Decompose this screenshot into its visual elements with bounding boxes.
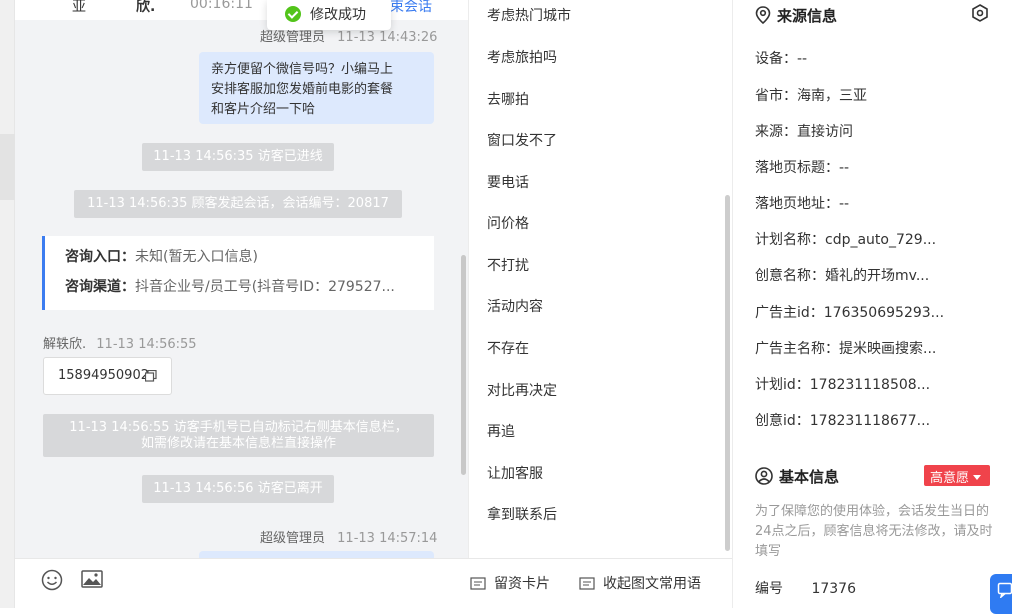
lead-card-button[interactable]: 留资卡片: [470, 573, 550, 593]
quick-phrases-panel: 考虑热门城市 考虑旅拍吗 去哪拍 窗口发不了 要电话 问价格 不打扰 活动内容 …: [468, 0, 732, 558]
consult-channel-label: 咨询渠道：: [65, 279, 135, 295]
left-edge-tab[interactable]: [0, 134, 15, 200]
phone-message-bubble: 15894950902: [43, 357, 172, 395]
success-check-icon: [285, 6, 301, 22]
source-info-title: 来源信息: [755, 5, 837, 26]
source-field: 创意名称：婚礼的开场mv...: [755, 268, 930, 284]
location-pin-icon: [755, 6, 771, 25]
collapse-phrases-button[interactable]: 收起图文常用语: [579, 573, 701, 593]
message-meta: 超级管理员 11-13 14:57:14: [260, 527, 437, 546]
left-edge-strip: [0, 0, 15, 608]
consult-channel-value: 抖音企业号/员工号(抖音号ID：279527...: [135, 279, 395, 295]
source-field: 落地页地址：--: [755, 196, 850, 212]
consult-info-card: 咨询入口：未知(暂无入口信息) 咨询渠道：抖音企业号/员工号(抖音号ID：279…: [42, 236, 434, 310]
visitor-message-time: 11-13 14:56:55: [96, 337, 197, 352]
success-toast: 修改成功: [267, 0, 391, 30]
source-field: 计划名称：cdp_auto_729...: [755, 232, 937, 248]
source-info-label: 来源信息: [777, 7, 838, 25]
basic-info-label: 基本信息: [779, 468, 840, 486]
sender-name: 超级管理员: [260, 30, 326, 45]
collapse-phrases-label: 收起图文常用语: [603, 576, 701, 592]
lead-card-label: 留资卡片: [494, 576, 550, 592]
phrase-item[interactable]: 考虑旅拍吗: [487, 47, 557, 67]
visitor-message-meta: 解轶欣. 11-13 14:56:55: [43, 333, 197, 352]
chat-header: 亚 欣. 00:16:11 束会话: [15, 0, 468, 20]
message-icon: [997, 582, 1012, 598]
chat-panel: 亚 欣. 00:16:11 束会话 超级管理员 11-13 14:43:26 亲…: [15, 0, 468, 560]
customer-info-panel: 来源信息 设备：-- 省市：海南，三亚 来源：直接访问 落地页标题：-- 落地页…: [732, 0, 1012, 608]
phrase-item[interactable]: 再追: [487, 421, 515, 441]
floating-chat-button[interactable]: [990, 574, 1012, 614]
source-field: 落地页标题：--: [755, 160, 850, 176]
message-line: 安排客服加您发婚前电影的套餐: [211, 82, 394, 97]
message-line: 和客片介绍一下哈: [211, 102, 316, 117]
image-icon[interactable]: [81, 568, 103, 590]
phrases-icon: [579, 577, 595, 590]
consult-entry-label: 咨询入口：: [65, 249, 135, 265]
system-notice: 11-13 14:56:56 访客已离开: [142, 475, 334, 503]
session-timer: 00:16:11: [190, 0, 253, 12]
user-circle-icon: [755, 467, 773, 485]
phrase-item[interactable]: 问价格: [487, 213, 529, 233]
source-field: 来源：直接访问: [755, 124, 853, 140]
message-line: 亲方便留个微信号吗？小编马上: [211, 62, 394, 77]
source-field: 广告主id：176350695293...: [755, 305, 945, 321]
basic-info-title: 基本信息: [755, 466, 839, 487]
intent-level-value: 高意愿: [930, 471, 970, 486]
visitor-name: 解轶欣.: [43, 337, 87, 352]
phrase-item[interactable]: 活动内容: [487, 296, 543, 316]
chat-scrollbar[interactable]: [461, 255, 466, 475]
customer-id-row: 编号 17376: [755, 578, 856, 598]
phrase-item[interactable]: 去哪拍: [487, 89, 529, 109]
phrase-item[interactable]: 让加客服: [487, 463, 543, 483]
system-notice: 11-13 14:56:35 访客已进线: [142, 143, 334, 171]
intent-level-dropdown[interactable]: 高意愿: [924, 465, 990, 486]
consult-channel-row: 咨询渠道：抖音企业号/员工号(抖音号ID：279527...: [65, 276, 434, 306]
phrases-scrollbar[interactable]: [725, 195, 730, 551]
end-session-link[interactable]: 束会话: [390, 0, 432, 16]
source-field: 广告主名称：提米映画搜索...: [755, 341, 937, 357]
phrase-item[interactable]: 拿到联系后: [487, 504, 557, 524]
emoji-icon[interactable]: [41, 569, 63, 591]
caret-down-icon: [973, 475, 982, 480]
settings-icon[interactable]: [971, 4, 989, 22]
edit-notice: 为了保障您的使用体验，会话发生当日的24点之后，顾客信息将无法修改，请及时填写: [755, 504, 993, 559]
phrase-item[interactable]: 要电话: [487, 172, 529, 192]
header-fragment-name: 欣.: [136, 0, 156, 15]
copy-icon[interactable]: [145, 370, 157, 382]
phrase-item[interactable]: 考虑热门城市: [487, 5, 571, 25]
customer-id-value: 17376: [811, 581, 856, 597]
phrase-item[interactable]: 不打扰: [487, 255, 529, 275]
phrase-item[interactable]: 窗口发不了: [487, 130, 557, 150]
consult-entry-row: 咨询入口：未知(暂无入口信息): [65, 246, 434, 276]
agent-message-bubble: 亲方便留个微信号吗？小编马上 安排客服加您发婚前电影的套餐 和客片介绍一下哈: [199, 52, 434, 124]
toast-text: 修改成功: [310, 7, 366, 23]
header-fragment-left: 亚: [72, 0, 86, 15]
phrase-item[interactable]: 不存在: [487, 338, 529, 358]
consult-entry-value: 未知(暂无入口信息): [135, 249, 258, 265]
customer-id-label: 编号: [755, 581, 783, 597]
source-field: 设备：--: [755, 51, 808, 67]
system-notice-phone-marked: 11-13 14:56:55 访客手机号已自动标记右侧基本信息栏， 如需修改请在…: [43, 414, 434, 457]
message-time: 11-13 14:57:14: [337, 531, 438, 546]
phrase-item[interactable]: 对比再决定: [487, 380, 557, 400]
source-field: 创意id：178231118677...: [755, 413, 931, 429]
source-field: 省市：海南，三亚: [755, 88, 867, 104]
notice-line: 如需修改请在基本信息栏直接操作: [140, 436, 336, 451]
input-toolbar: 留资卡片 收起图文常用语: [15, 558, 732, 608]
phone-number: 15894950902: [58, 368, 149, 383]
sender-name: 超级管理员: [260, 531, 326, 546]
message-time: 11-13 14:43:26: [337, 30, 438, 45]
card-icon: [470, 577, 486, 590]
notice-line: 11-13 14:56:55 访客手机号已自动标记右侧基本信息栏，: [69, 420, 408, 435]
system-notice: 11-13 14:56:35 顾客发起会话，会话编号：20817: [74, 190, 402, 218]
source-field: 计划id：178231118508...: [755, 377, 931, 393]
